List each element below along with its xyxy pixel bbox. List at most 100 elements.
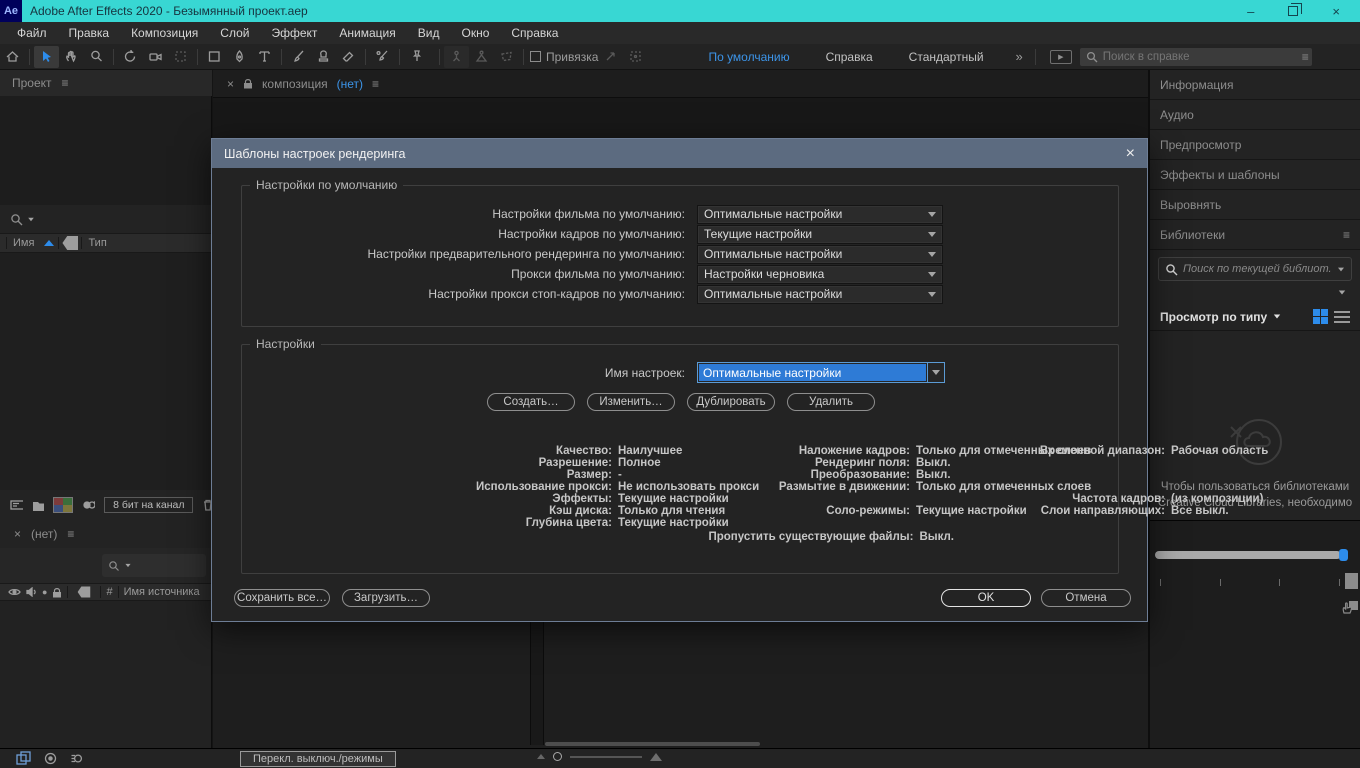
composition-tab-label[interactable]: композиция (262, 77, 328, 91)
minimize-button[interactable]: – (1247, 4, 1254, 19)
hand-tool-icon[interactable] (59, 46, 84, 68)
lasso-icon[interactable] (494, 46, 519, 68)
solo-icon[interactable]: ● (42, 587, 47, 597)
sidebar-panel-tab[interactable]: Информация (1150, 70, 1360, 100)
libraries-panel-menu-icon[interactable]: ≡ (1343, 228, 1350, 242)
edit-template-button[interactable]: Изменить… (587, 393, 675, 411)
libraries-panel-tab[interactable]: Библиотеки ≡ (1150, 220, 1360, 250)
media-browser-icon[interactable]: ▶ (1050, 50, 1072, 64)
workspace-item[interactable]: По умолчанию (690, 50, 807, 64)
menu-item[interactable]: Вид (407, 26, 451, 40)
zoom-slider-track[interactable] (570, 756, 642, 758)
new-composition-icon[interactable] (53, 497, 73, 513)
composition-lock-icon[interactable] (243, 78, 253, 89)
settings-name-combo[interactable]: Оптимальные настройки (697, 362, 945, 383)
grid-view-icon[interactable] (1313, 309, 1328, 324)
timeline-search-chevron-icon[interactable] (125, 564, 130, 567)
settings-name-value[interactable]: Оптимальные настройки (699, 364, 926, 381)
selection-tool-icon[interactable] (34, 46, 59, 68)
menu-item[interactable]: Эффект (260, 26, 328, 40)
timeline-panel-tab[interactable]: × (нет) ≡ (0, 520, 212, 548)
timeline-divider[interactable] (530, 621, 544, 745)
snap-checkbox[interactable] (530, 51, 541, 62)
default-setting-dropdown[interactable]: Оптимальные настройки (697, 285, 943, 304)
delete-template-button[interactable]: Удалить (787, 393, 875, 411)
sort-ascending-icon[interactable] (44, 240, 54, 246)
home-tool-icon[interactable] (0, 46, 25, 68)
timeline-source-name-column[interactable]: Имя источника (124, 586, 200, 598)
rotate-tool-icon[interactable] (118, 46, 143, 68)
close-button[interactable]: × (1332, 4, 1340, 19)
project-item-list[interactable] (0, 253, 212, 490)
clone-stamp-tool-icon[interactable] (311, 46, 336, 68)
motion-blur-icon[interactable] (70, 751, 85, 766)
libraries-search-box[interactable]: Поиск по текущей библиот. (1158, 257, 1352, 281)
dialog-titlebar[interactable]: Шаблоны настроек рендеринга × (212, 139, 1147, 168)
search-options-chevron-icon[interactable] (28, 217, 34, 221)
lock-icon[interactable] (52, 587, 62, 598)
libraries-search-chevron-icon[interactable] (1338, 267, 1344, 271)
toggle-switches-modes-button[interactable]: Перекл. выключ./режимы (240, 751, 396, 767)
snap-options-icon[interactable] (598, 46, 623, 68)
view-by-type-chevron-icon[interactable] (1274, 315, 1280, 319)
default-setting-dropdown[interactable]: Оптимальные настройки (697, 205, 943, 224)
zoom-bar-handle[interactable] (1339, 549, 1348, 561)
brush-tool-icon[interactable] (286, 46, 311, 68)
proxy-toggle-icon[interactable] (82, 498, 95, 512)
timeline-tab-close-icon[interactable]: × (14, 527, 21, 541)
eraser-tool-icon[interactable] (336, 46, 361, 68)
camera-tool-icon[interactable] (143, 46, 168, 68)
default-setting-dropdown[interactable]: Текущие настройки (697, 225, 943, 244)
frame-blend-icon[interactable] (43, 751, 58, 766)
shape-tool-icon[interactable] (202, 46, 227, 68)
label-column-tag-icon[interactable] (62, 236, 78, 250)
dialog-close-icon[interactable]: × (1126, 146, 1135, 162)
horizontal-scrollbar[interactable] (545, 742, 760, 746)
menu-item[interactable]: Анимация (328, 26, 406, 40)
puppet-overlap-icon[interactable] (444, 46, 469, 68)
workspace-overflow-icon[interactable]: » (1016, 49, 1023, 64)
composition-panel-menu-icon[interactable]: ≡ (372, 77, 379, 91)
zoom-tool-icon[interactable] (84, 46, 109, 68)
ok-button[interactable]: OK (941, 589, 1031, 607)
list-view-icon[interactable] (1334, 310, 1350, 324)
video-eye-icon[interactable] (8, 587, 21, 597)
bit-depth-label[interactable]: 8 бит на канал (104, 497, 193, 513)
zoom-in-icon[interactable] (650, 753, 662, 761)
roto-brush-tool-icon[interactable] (370, 46, 395, 68)
project-search[interactable] (0, 205, 212, 233)
sidebar-panel-tab[interactable]: Выровнять (1150, 190, 1360, 220)
default-setting-dropdown[interactable]: Настройки черновика (697, 265, 943, 284)
project-panel-menu-icon[interactable]: ≡ (62, 76, 69, 90)
menu-item[interactable]: Слой (209, 26, 260, 40)
puppet-pin-tool-icon[interactable] (404, 46, 429, 68)
sidebar-panel-tab[interactable]: Аудио (1150, 100, 1360, 130)
restore-button[interactable] (1288, 6, 1298, 16)
zoom-slider-knob[interactable] (553, 752, 562, 761)
workspace-item[interactable]: Стандартный (891, 50, 1002, 64)
project-panel-tab[interactable]: Проект ≡ (0, 70, 212, 96)
menu-item[interactable]: Правка (58, 26, 121, 40)
menu-item[interactable]: Справка (500, 26, 569, 40)
timeline-search-box[interactable] (102, 554, 206, 577)
column-name[interactable]: Имя (13, 237, 34, 249)
timeline-label-tag-icon[interactable] (78, 586, 91, 597)
timeline-layer-area[interactable] (0, 601, 212, 748)
duplicate-template-button[interactable]: Дублировать (687, 393, 775, 411)
sidebar-panel-tab[interactable]: Эффекты и шаблоны (1150, 160, 1360, 190)
timeline-hash-column[interactable]: # (106, 586, 112, 598)
audio-speaker-icon[interactable] (26, 587, 37, 597)
column-type[interactable]: Тип (88, 237, 106, 249)
cancel-button[interactable]: Отмена (1041, 589, 1131, 607)
menu-item[interactable]: Окно (450, 26, 500, 40)
menu-item[interactable]: Файл (6, 26, 58, 40)
puppet-starch-icon[interactable] (469, 46, 494, 68)
snap-grid-icon[interactable] (623, 46, 648, 68)
blend-modes-icon[interactable] (16, 751, 31, 766)
timeline-panel-menu-icon[interactable]: ≡ (67, 527, 74, 541)
workspace-menu-icon[interactable]: ≡ (1302, 50, 1309, 64)
menu-item[interactable]: Композиция (120, 26, 209, 40)
pan-behind-tool-icon[interactable] (168, 46, 193, 68)
save-all-button[interactable]: Сохранить все… (234, 589, 330, 607)
libraries-filter-dropdown[interactable] (1150, 281, 1360, 303)
